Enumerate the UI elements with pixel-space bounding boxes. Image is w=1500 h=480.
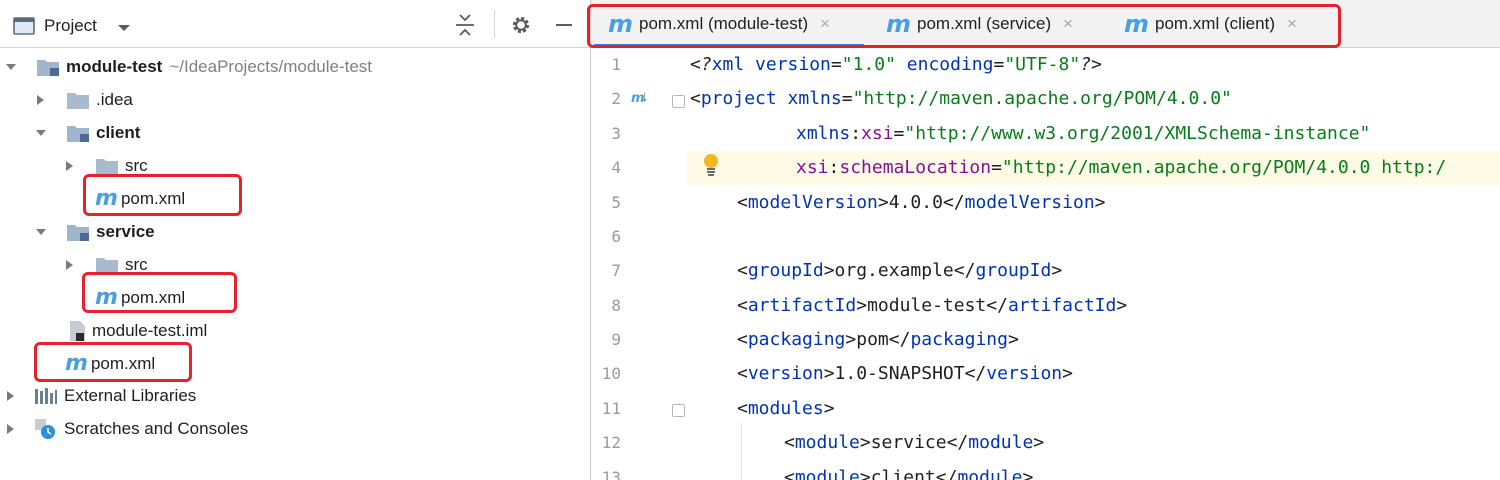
tree-item-service-pom[interactable]: m pom.xml [95, 283, 185, 313]
tree-item-module-iml[interactable]: module-test.iml [66, 316, 207, 346]
line-number: 5 [611, 193, 621, 212]
maven-icon: m [65, 351, 88, 376]
tree-item-label: Scratches and Consoles [64, 419, 249, 438]
code-line-2: <project xmlns="http://maven.apache.org/… [690, 88, 1232, 109]
code-line-11: <modules> [737, 398, 835, 419]
line-number: 12 [601, 433, 621, 452]
line-number: 3 [611, 124, 621, 143]
folder-icon [95, 156, 119, 176]
hide-icon[interactable] [553, 14, 575, 41]
line-number: 9 [611, 330, 621, 349]
tab-label: pom.xml (module-test) [639, 13, 809, 33]
tree-item-service-src[interactable]: src [63, 250, 148, 280]
maven-icon: m [1124, 9, 1149, 38]
chevron-down-icon[interactable] [34, 225, 48, 239]
tab-pom-module-test[interactable]: m pom.xml (module-test) × [608, 0, 830, 47]
project-view-icon [13, 17, 35, 40]
code-line-7: <groupId>org.example</groupId> [737, 260, 1063, 281]
tree-item-root-pom[interactable]: m pom.xml [65, 349, 155, 379]
chevron-right-icon[interactable] [4, 422, 18, 436]
chevron-right-icon[interactable] [34, 93, 48, 107]
gear-icon[interactable] [510, 14, 532, 41]
line-number: 10 [601, 364, 621, 383]
iml-file-icon [66, 320, 88, 342]
editor-tab-bar: m pom.xml (module-test) × m pom.xml (ser… [591, 0, 1500, 48]
tree-item-module-test[interactable]: module-test ~/IdeaProjects/module-test [4, 52, 372, 82]
folder-icon [95, 255, 119, 275]
code-line-5: <modelVersion>4.0.0</modelVersion> [737, 192, 1106, 213]
tab-pom-client[interactable]: m pom.xml (client) × [1124, 0, 1297, 47]
tree-item-external-libraries[interactable]: External Libraries [4, 381, 196, 411]
chevron-down-icon[interactable] [4, 60, 18, 74]
tree-item-label: pom.xml [90, 354, 156, 373]
tree-item-label: External Libraries [64, 386, 197, 405]
libraries-icon [34, 387, 58, 405]
scratches-icon [34, 418, 58, 440]
tree-item-label: pom.xml [120, 189, 186, 208]
tree-item-label: src [125, 156, 148, 175]
tree-item-label: client [96, 123, 141, 142]
tree-item-label: pom.xml [120, 288, 186, 307]
maven-icon: m [886, 9, 911, 38]
collapse-all-icon[interactable] [454, 13, 476, 42]
code-line-13: <module>client</module> [784, 467, 1034, 480]
line-number: 7 [611, 261, 621, 280]
project-view-title[interactable]: Project [44, 16, 97, 36]
tree-item-client-pom[interactable]: m pom.xml [95, 184, 185, 214]
code-line-1: <?xml version="1.0" encoding="UTF-8"?> [690, 54, 1102, 75]
tree-item-label: module-test.iml [92, 321, 208, 340]
tab-label: pom.xml (client) [1155, 13, 1275, 33]
navigate-down-icon[interactable]: ↓ [641, 88, 649, 105]
tree-item-service[interactable]: service [34, 217, 155, 247]
project-path: ~/IdeaProjects/module-test [169, 57, 373, 76]
line-number: 1 [611, 55, 621, 74]
code-line-10: <version>1.0-SNAPSHOT</version> [737, 363, 1073, 384]
tab-pom-service[interactable]: m pom.xml (service) × [886, 0, 1073, 47]
chevron-right-icon[interactable] [63, 159, 77, 173]
maven-icon: m [95, 285, 118, 310]
tree-item-scratches[interactable]: Scratches and Consoles [4, 414, 248, 444]
close-icon[interactable]: × [1287, 14, 1297, 34]
fold-icon[interactable] [672, 95, 685, 108]
folder-icon [66, 90, 90, 110]
module-folder-icon [66, 123, 90, 143]
maven-icon: m [95, 186, 118, 211]
toolbar-separator [494, 10, 495, 38]
line-number: 8 [611, 296, 621, 315]
tree-item-label: module-test [66, 57, 163, 76]
tree-item-label: src [125, 255, 148, 274]
tree-item-label: .idea [96, 90, 133, 109]
project-panel: Project module-test ~/IdeaProjects/modul… [0, 0, 590, 480]
tree-item-client[interactable]: client [34, 118, 140, 148]
dropdown-icon[interactable] [117, 20, 131, 38]
chevron-down-icon[interactable] [34, 126, 48, 140]
chevron-right-icon[interactable] [4, 389, 18, 403]
tree-item-label: service [96, 222, 155, 241]
code-line-4: xsi:schemaLocation="http://maven.apache.… [796, 157, 1447, 178]
tab-label: pom.xml (service) [917, 13, 1052, 33]
close-icon[interactable]: × [820, 14, 830, 34]
project-toolbar: Project [0, 0, 590, 48]
module-folder-icon [36, 57, 60, 77]
line-number: 6 [611, 227, 621, 246]
line-number: 11 [601, 399, 621, 418]
maven-icon: m [608, 9, 633, 38]
code-line-12: <module>service</module> [784, 432, 1045, 453]
code-line-3: xmlns:xsi="http://www.w3.org/2001/XMLSch… [796, 123, 1371, 144]
tree-item-client-src[interactable]: src [63, 151, 148, 181]
code-line-8: <artifactId>module-test</artifactId> [737, 295, 1128, 316]
module-folder-icon [66, 222, 90, 242]
fold-icon[interactable] [672, 404, 685, 417]
code-editor[interactable]: <?xml version="1.0" encoding="UTF-8"?> <… [687, 48, 1500, 480]
line-number: 2 [611, 89, 621, 108]
tree-item-idea[interactable]: .idea [34, 85, 133, 115]
chevron-right-icon[interactable] [63, 258, 77, 272]
line-number: 4 [611, 158, 621, 177]
code-line-9: <packaging>pom</packaging> [737, 329, 1019, 350]
line-number: 13 [601, 468, 621, 480]
close-icon[interactable]: × [1063, 14, 1073, 34]
